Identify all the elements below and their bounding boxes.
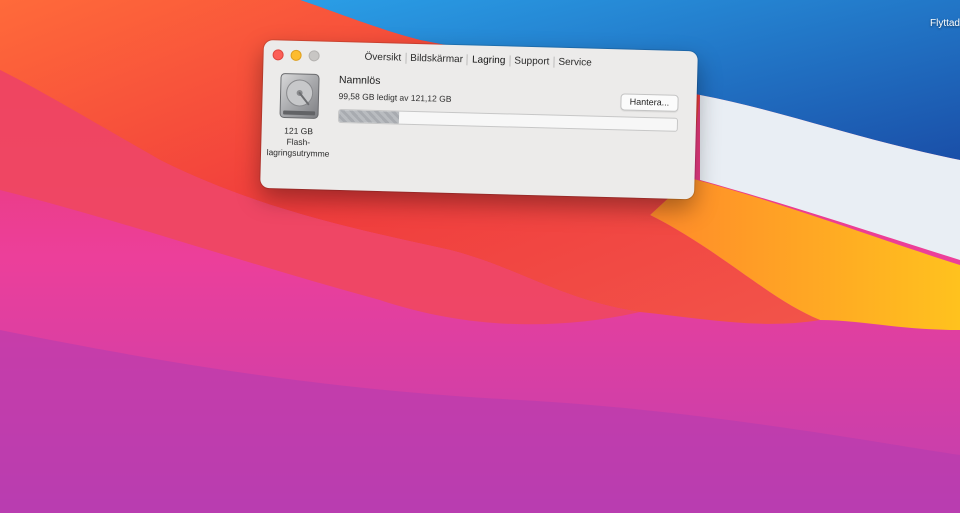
free-space-text: 99,58 GB ledigt av 121,12 GB — [338, 90, 452, 104]
disk-type-text-continued: lagringsutrymme — [266, 147, 330, 159]
about-this-mac-window: Översikt Bildskärmar Lagring Support Ser… — [260, 40, 698, 200]
storage-usage-bar — [337, 108, 679, 132]
tab-bildskarmar[interactable]: Bildskärmar — [406, 53, 467, 66]
storage-panel: 121 GB Flash- lagringsutrymme Namnlös 99… — [260, 68, 697, 199]
traffic-lights — [272, 49, 320, 62]
close-button[interactable] — [272, 49, 284, 61]
disk-caption: 121 GB Flash- lagringsutrymme — [261, 125, 336, 160]
minimize-button[interactable] — [290, 49, 302, 61]
hard-drive-icon — [279, 73, 320, 119]
manage-button[interactable]: Hantera... — [620, 93, 679, 112]
zoom-button — [308, 50, 320, 62]
tab-support[interactable]: Support — [510, 55, 553, 68]
tab-lagring[interactable]: Lagring — [468, 54, 510, 66]
volume-name: Namnlös — [338, 73, 381, 88]
tab-oversikt[interactable]: Översikt — [360, 52, 405, 64]
tab-bar: Översikt Bildskärmar Lagring Support Ser… — [360, 52, 595, 69]
storage-used-segment — [338, 109, 400, 124]
tab-service[interactable]: Service — [554, 57, 596, 69]
desktop-item-label[interactable]: Flyttad — [930, 18, 960, 29]
